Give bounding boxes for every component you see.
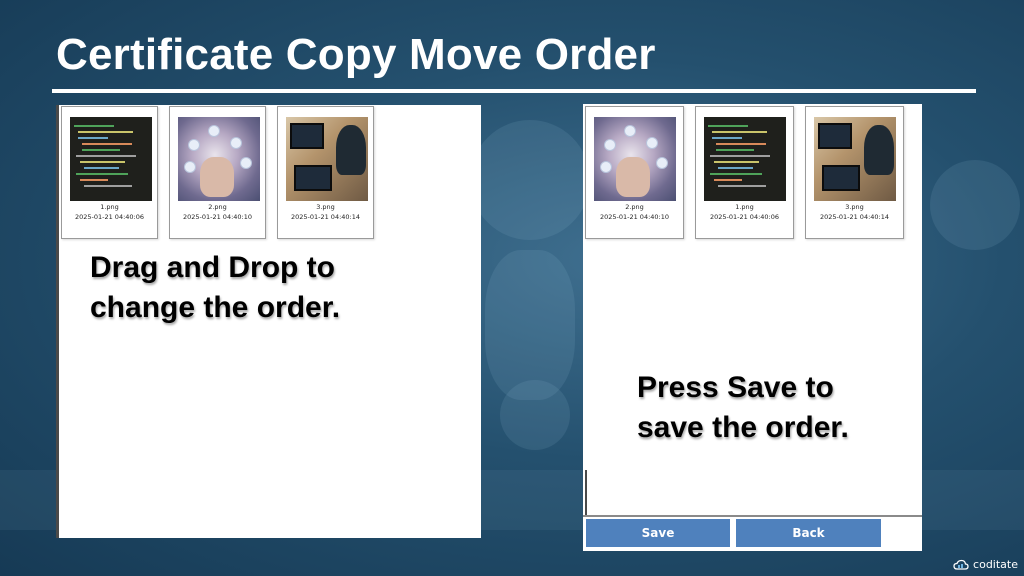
back-button[interactable]: Back [736, 519, 881, 547]
instruction-line: Press Save to [637, 371, 834, 404]
file-date: 2025-01-21 04:40:14 [819, 213, 890, 221]
file-name: 1.png [735, 203, 754, 211]
brand-name: coditate [973, 558, 1018, 571]
background-decoration [470, 120, 590, 240]
file-date: 2025-01-21 04:40:10 [182, 213, 253, 221]
instruction-line: change the order. [90, 291, 341, 324]
certificate-card[interactable]: 3.png 2025-01-21 04:40:14 [805, 106, 904, 239]
file-name: 2.png [208, 203, 227, 211]
code-image [704, 117, 786, 201]
certificate-card[interactable]: 2.png 2025-01-21 04:40:10 [169, 106, 266, 239]
instruction-line: Drag and Drop to [90, 251, 335, 284]
save-instruction: Press Save to save the order. [637, 368, 849, 448]
certificate-card[interactable]: 3.png 2025-01-21 04:40:14 [277, 106, 374, 239]
drag-drop-instruction: Drag and Drop to change the order. [90, 248, 340, 328]
certificate-card[interactable]: 1.png 2025-01-21 04:40:06 [695, 106, 794, 239]
desk-computer-image [814, 117, 896, 201]
code-image [70, 117, 152, 201]
file-name: 3.png [845, 203, 864, 211]
panel-border [585, 470, 587, 515]
save-button[interactable]: Save [586, 519, 730, 547]
file-date: 2025-01-21 04:40:06 [74, 213, 145, 221]
hand-network-image [594, 117, 676, 201]
file-name: 2.png [625, 203, 644, 211]
background-decoration [500, 380, 570, 450]
file-name: 1.png [100, 203, 119, 211]
certificate-card[interactable]: 1.png 2025-01-21 04:40:06 [61, 106, 158, 239]
file-date: 2025-01-21 04:40:06 [709, 213, 780, 221]
hand-network-image [178, 117, 260, 201]
file-date: 2025-01-21 04:40:10 [599, 213, 670, 221]
brand-logo: coditate [953, 558, 1018, 571]
file-date: 2025-01-21 04:40:14 [290, 213, 361, 221]
background-decoration [485, 250, 575, 400]
title-divider [52, 89, 976, 93]
background-decoration [930, 160, 1020, 250]
instruction-line: save the order. [637, 411, 849, 444]
desk-computer-image [286, 117, 368, 201]
page-title: Certificate Copy Move Order [56, 30, 656, 79]
file-name: 3.png [316, 203, 335, 211]
cloud-icon [953, 559, 969, 571]
certificate-card[interactable]: 2.png 2025-01-21 04:40:10 [585, 106, 684, 239]
